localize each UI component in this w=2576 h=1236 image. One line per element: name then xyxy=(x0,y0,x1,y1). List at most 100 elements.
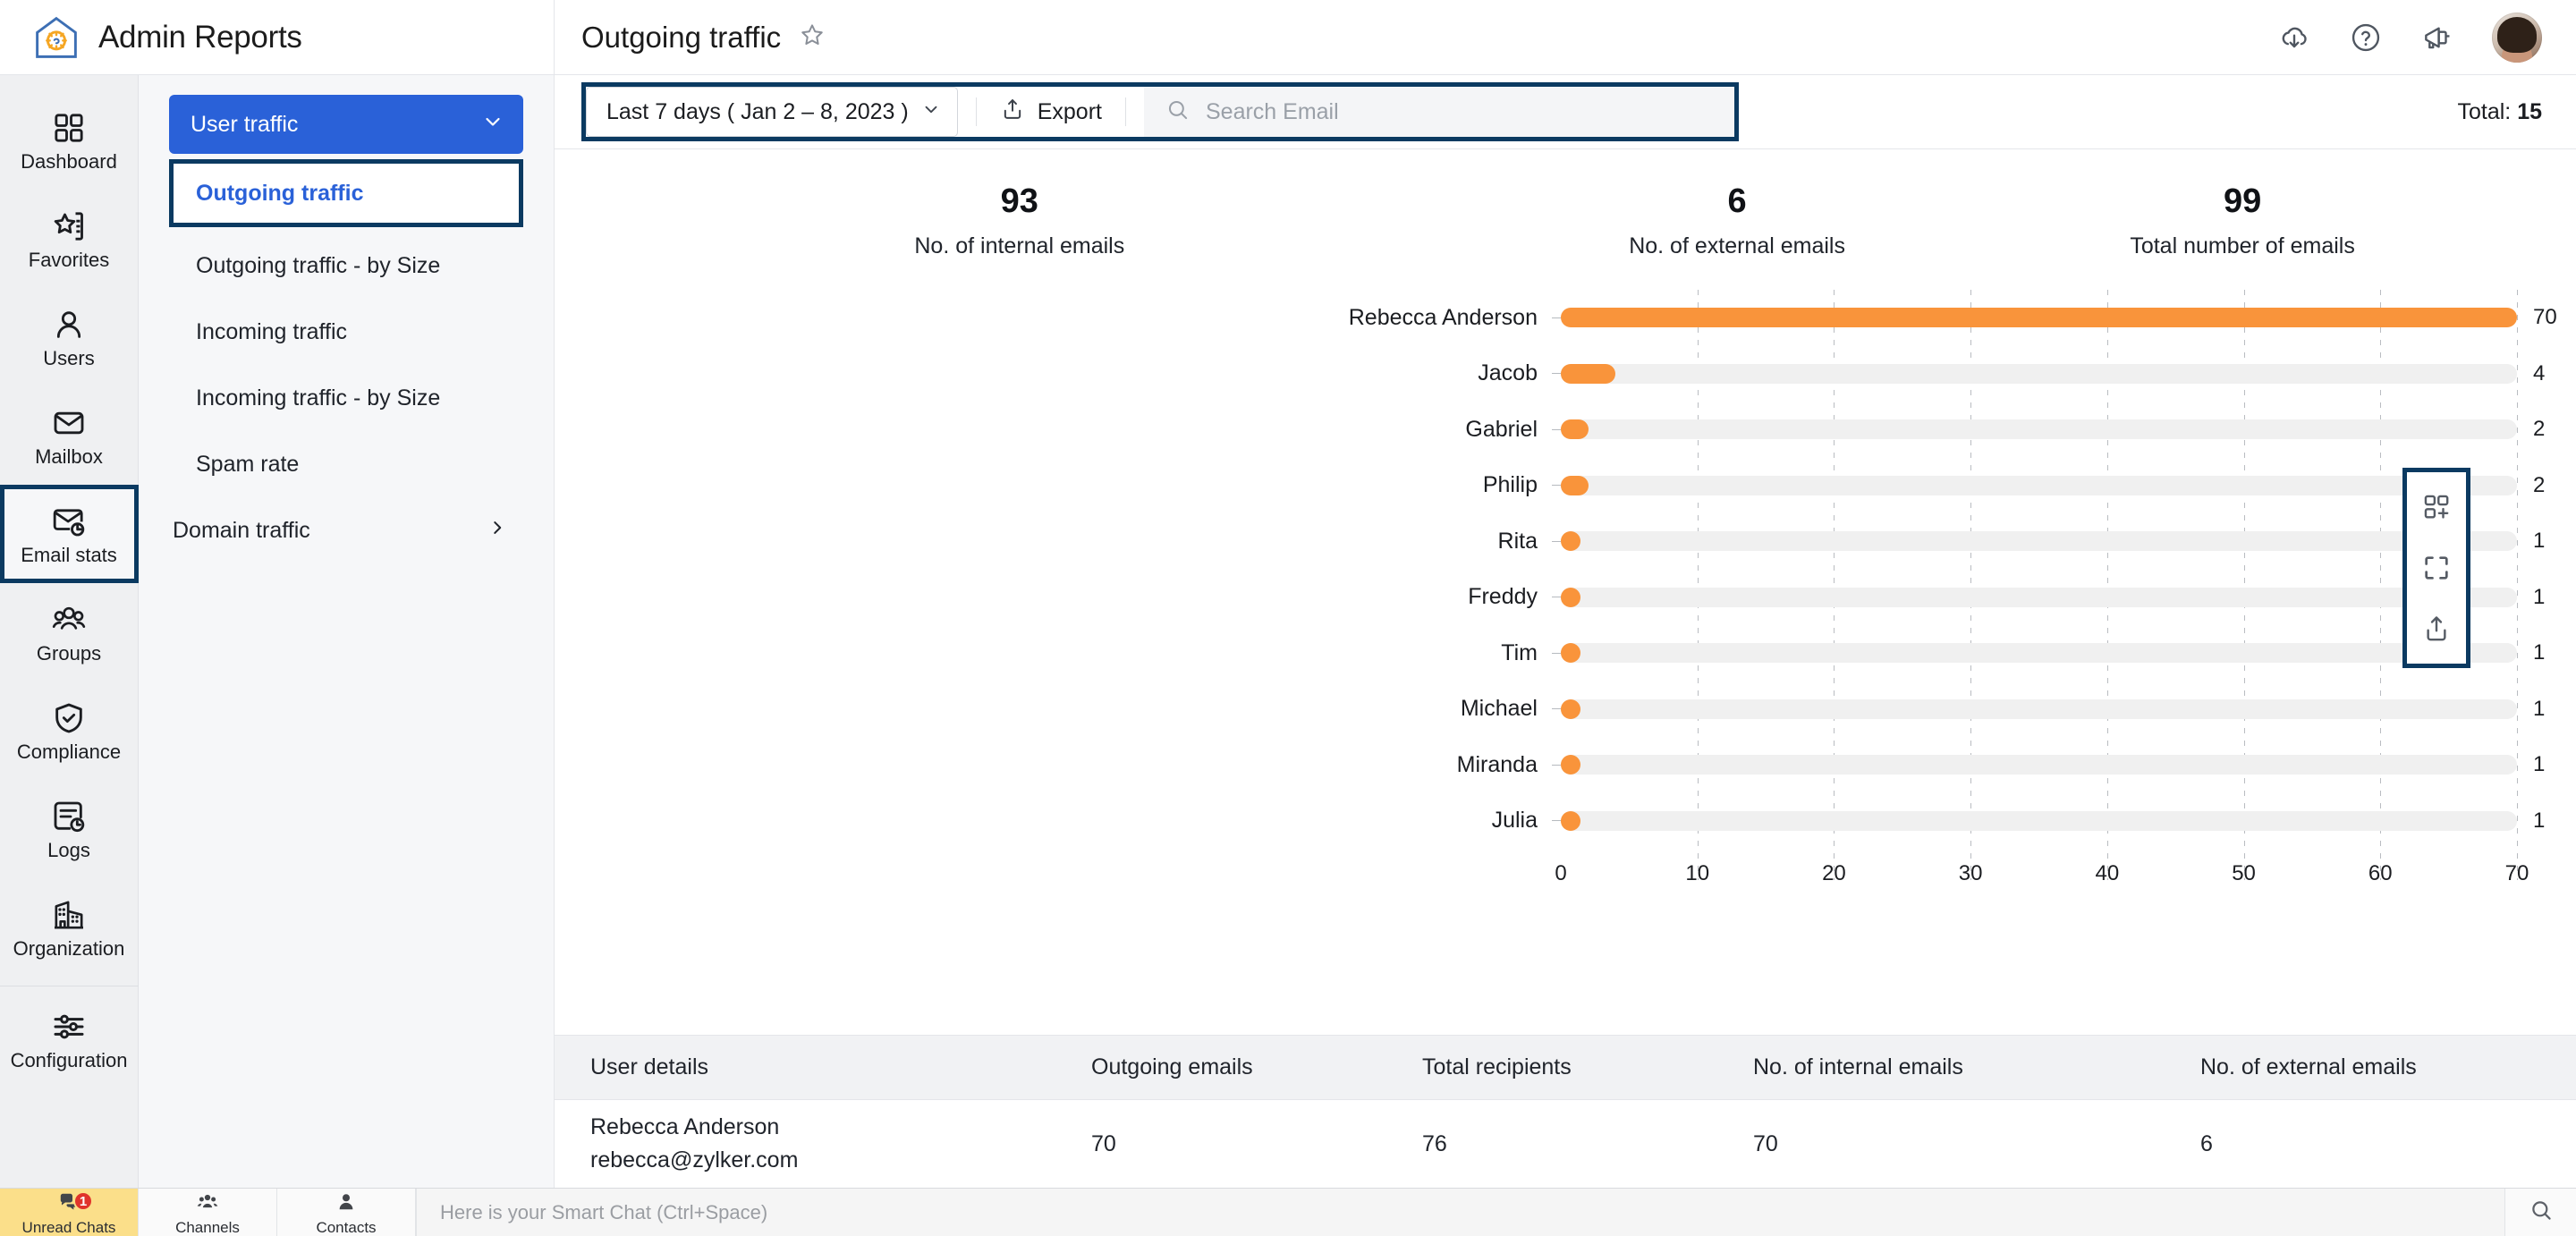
chart-bar[interactable] xyxy=(1561,698,1580,719)
upload-box-icon xyxy=(1000,97,1025,128)
kpi-label: No. of internal emails xyxy=(914,233,1125,258)
chart-bar-value: 1 xyxy=(2533,696,2546,721)
report-toolbar: Last 7 days ( Jan 2 – 8, 2023 ) Export S… xyxy=(555,75,2576,149)
chart-bar[interactable] xyxy=(1561,643,1580,664)
chart-bar[interactable] xyxy=(1561,755,1580,775)
cell-internal-emails: 70 xyxy=(1753,1130,1778,1156)
chart-bar-track xyxy=(1561,419,2517,440)
sidebar-item-mailbox[interactable]: Mailbox xyxy=(0,386,139,485)
chart-bar[interactable] xyxy=(1561,419,1589,440)
sidebar-item-organization[interactable]: Organization xyxy=(0,878,139,977)
subnav-item-incoming-traffic-by-size[interactable]: Incoming traffic - by Size xyxy=(169,365,523,431)
megaphone-icon[interactable] xyxy=(2420,21,2454,55)
chart-axis-tick xyxy=(1552,317,1561,318)
chart-bar[interactable] xyxy=(1561,308,2517,328)
chart-x-tick-label: 70 xyxy=(2504,860,2529,885)
sidebar-item-dashboard[interactable]: Dashboard xyxy=(0,91,139,190)
cell-user-details: Rebecca Anderson rebecca@zylker.com xyxy=(555,1111,1091,1178)
chart-bar-row[interactable]: Tim 1 xyxy=(555,625,2576,681)
star-outline-icon[interactable] xyxy=(799,21,826,53)
sidebar-label: Organization xyxy=(13,936,125,960)
kpi-external-emails: 6 No. of external emails xyxy=(1485,182,1990,259)
total-label: Total: xyxy=(2457,98,2512,124)
date-range-selector[interactable]: Last 7 days ( Jan 2 – 8, 2023 ) xyxy=(586,87,958,137)
chart-axis-tick xyxy=(1552,485,1561,487)
chart-card: 93 No. of internal emails 6 No. of exter… xyxy=(555,149,2576,1036)
subnav-item-domain-traffic[interactable]: Domain traffic xyxy=(169,497,523,563)
subnav-item-spam-rate[interactable]: Spam rate xyxy=(169,431,523,497)
chart-bar[interactable] xyxy=(1561,475,1589,495)
cell-user-name: Rebecca Anderson xyxy=(590,1113,780,1139)
bottom-tab-unread-chats[interactable]: 1 Unread Chats xyxy=(0,1189,139,1236)
subnav-item-outgoing-traffic-by-size[interactable]: Outgoing traffic - by Size xyxy=(169,233,523,299)
chart-bar-row[interactable]: Rita 1 xyxy=(555,513,2576,570)
chart-bar-track xyxy=(1561,810,2517,831)
sidebar-label: Configuration xyxy=(10,1048,128,1071)
chart-bar-row[interactable]: Freddy 1 xyxy=(555,569,2576,625)
kpi-value: 6 xyxy=(1727,182,1747,220)
column-header-outgoing-emails: Outgoing emails xyxy=(1091,1054,1253,1079)
sidebar-item-users[interactable]: Users xyxy=(0,288,139,386)
smart-chat-input[interactable]: Here is your Smart Chat (Ctrl+Space) xyxy=(416,1189,2504,1236)
add-widget-icon[interactable] xyxy=(2421,492,2452,522)
sidebar-item-compliance[interactable]: Compliance xyxy=(0,681,139,780)
subnav-item-incoming-traffic[interactable]: Incoming traffic xyxy=(169,299,523,365)
unread-badge: 1 xyxy=(73,1191,93,1211)
envelope-icon xyxy=(51,405,87,441)
chart-category-label: Miranda xyxy=(1456,751,1538,777)
bottom-tab-contacts[interactable]: Contacts xyxy=(277,1189,416,1236)
sidebar-item-email-stats[interactable]: Email stats xyxy=(0,485,139,583)
cloud-download-icon[interactable] xyxy=(2277,21,2311,55)
chart-bar[interactable] xyxy=(1561,531,1580,552)
export-button[interactable]: Export xyxy=(995,87,1107,137)
chart-bar-value: 1 xyxy=(2533,640,2546,665)
chart-x-tick-label: 30 xyxy=(1958,860,1983,885)
page-title: Outgoing traffic xyxy=(581,20,782,54)
chart-bar-row[interactable]: Jacob 4 xyxy=(555,345,2576,402)
top-bar: Admin Reports Outgoing traffic xyxy=(0,0,2576,75)
search-input[interactable] xyxy=(1205,98,1713,125)
sidebar-item-favorites[interactable]: Favorites xyxy=(0,190,139,288)
chart-bar-row[interactable]: Julia 1 xyxy=(555,792,2576,849)
avatar[interactable] xyxy=(2492,12,2542,63)
user-icon xyxy=(51,307,87,343)
grid-squares-icon xyxy=(51,110,87,146)
sidebar-item-logs[interactable]: Logs xyxy=(0,780,139,878)
table-row[interactable]: Rebecca Anderson rebecca@zylker.com 70 7… xyxy=(555,1100,2576,1188)
chart-bar-track xyxy=(1561,531,2517,552)
chevron-down-icon xyxy=(921,99,941,125)
subnav-item-label: Outgoing traffic - by Size xyxy=(196,252,441,278)
chart-bar[interactable] xyxy=(1561,587,1580,607)
chart-bar[interactable] xyxy=(1561,810,1580,831)
chart-bar-row[interactable]: Miranda 1 xyxy=(555,737,2576,793)
smart-chat-placeholder: Here is your Smart Chat (Ctrl+Space) xyxy=(440,1200,768,1223)
subnav-item-outgoing-traffic[interactable]: Outgoing traffic xyxy=(169,159,523,227)
brand[interactable]: Admin Reports xyxy=(0,0,555,74)
chart-bar-value: 2 xyxy=(2533,417,2546,442)
chart-bar-row[interactable]: Rebecca Anderson 70 xyxy=(555,290,2576,346)
chart-bar-row[interactable]: Philip 2 xyxy=(555,457,2576,513)
help-circle-icon[interactable] xyxy=(2349,21,2383,55)
chart-bar-value: 2 xyxy=(2533,472,2546,497)
chart-category-label: Michael xyxy=(1460,696,1538,722)
chart-axis-tick xyxy=(1552,708,1561,710)
fullscreen-icon[interactable] xyxy=(2421,553,2452,583)
search-email-box[interactable] xyxy=(1143,87,1734,137)
chart-category-label: Rebecca Anderson xyxy=(1348,304,1538,330)
chart-bar[interactable] xyxy=(1561,363,1616,384)
chart-category-label: Julia xyxy=(1491,808,1538,834)
main-content: Last 7 days ( Jan 2 – 8, 2023 ) Export S… xyxy=(555,75,2576,1188)
page-title-wrap: Outgoing traffic xyxy=(581,21,826,55)
bottom-tab-channels[interactable]: Channels xyxy=(139,1189,277,1236)
chart-bar-row[interactable]: Gabriel 2 xyxy=(555,402,2576,458)
sidebar-label: Dashboard xyxy=(21,149,117,173)
sidebar-item-groups[interactable]: Groups xyxy=(0,583,139,681)
chart-bar-track xyxy=(1561,698,2517,719)
chart-bar-row[interactable]: Michael 1 xyxy=(555,681,2576,737)
share-icon[interactable] xyxy=(2421,614,2452,644)
chart-bar-value: 70 xyxy=(2533,305,2557,330)
chart-category-label: Philip xyxy=(1482,472,1538,498)
subnav-header-user-traffic[interactable]: User traffic xyxy=(169,95,523,154)
bottom-search-button[interactable] xyxy=(2504,1189,2576,1236)
sidebar-item-configuration[interactable]: Configuration xyxy=(0,990,139,1088)
